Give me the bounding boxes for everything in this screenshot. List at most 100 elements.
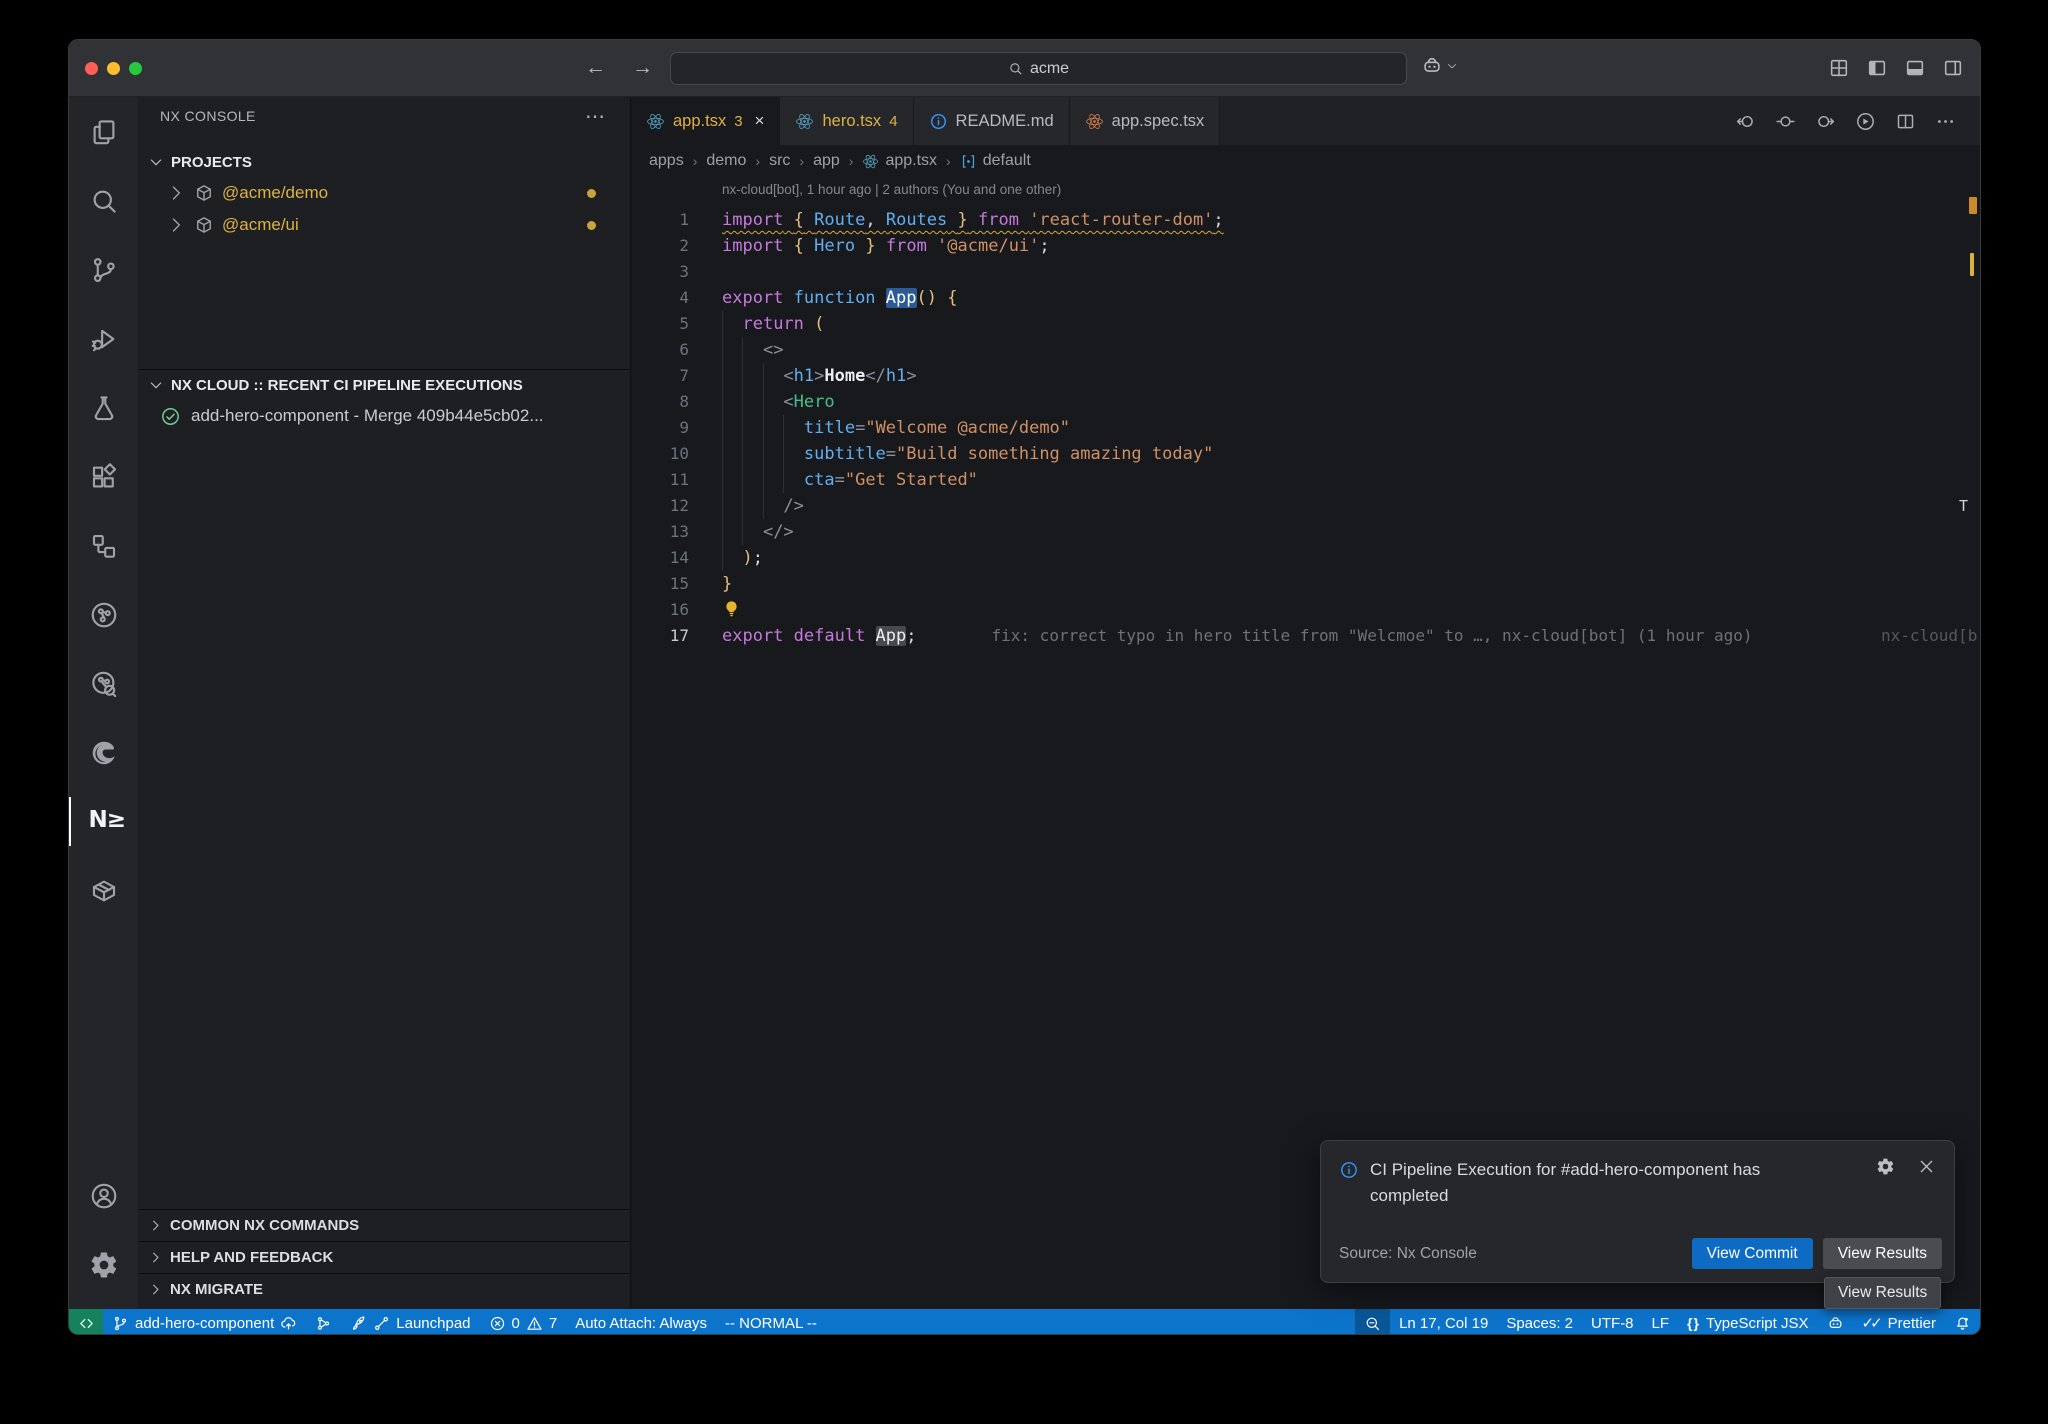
section-label: PROJECTS [171, 154, 252, 171]
breadcrumb-item-app[interactable]: app [813, 152, 840, 170]
copilot-icon[interactable] [1421, 55, 1443, 77]
tab-app-tsx[interactable]: app.tsx3× [631, 97, 780, 145]
status-item-vim-mode[interactable]: -- NORMAL -- [716, 1309, 826, 1335]
remote-indicator[interactable] [69, 1309, 103, 1335]
activity-item-testing[interactable] [69, 373, 138, 442]
notification-close-icon[interactable] [1917, 1157, 1936, 1176]
status-item-language-mode[interactable]: {}TypeScript JSX [1678, 1309, 1817, 1335]
code-token: from [876, 236, 937, 256]
section-header-nx-migrate[interactable]: NX MIGRATE [138, 1273, 630, 1305]
activity-item-accounts[interactable] [69, 1161, 138, 1230]
search-icon [89, 186, 119, 216]
code-token: import [722, 210, 783, 230]
toggle-sidebar-left-icon[interactable] [1866, 57, 1888, 79]
section-header-common-nx-commands[interactable]: COMMON NX COMMANDS [138, 1209, 630, 1241]
activity-item-search[interactable] [69, 166, 138, 235]
pipeline-execution-item[interactable]: add-hero-component - Merge 409b44e5cb02.… [138, 400, 630, 432]
line-number: 11 [645, 467, 689, 493]
zoom-window-button[interactable] [129, 62, 142, 75]
more-actions-icon[interactable] [1935, 111, 1956, 132]
toggle-sidebar-right-icon[interactable] [1942, 57, 1964, 79]
status-item-copilot[interactable] [1818, 1309, 1853, 1335]
react-blue-icon [862, 153, 879, 170]
code-token: </> [763, 522, 794, 542]
status-item-notifications[interactable] [1945, 1309, 1980, 1335]
code-line: 6 <> [631, 337, 1980, 363]
section-header-projects[interactable]: PROJECTS [138, 147, 630, 177]
nav-circle-icon[interactable] [1775, 111, 1796, 132]
code-line-content: export function App() { [722, 285, 957, 311]
status-item-indentation[interactable]: Spaces: 2 [1497, 1309, 1582, 1335]
code-token: export [722, 288, 794, 308]
breadcrumb-item-src[interactable]: src [769, 152, 790, 170]
activity-item-containers[interactable] [69, 856, 138, 925]
lightbulb-icon[interactable] [722, 599, 741, 620]
section-header-help-and-feedback[interactable]: HELP AND FEEDBACK [138, 1241, 630, 1273]
minimize-window-button[interactable] [107, 62, 120, 75]
activity-item-source-control[interactable] [69, 235, 138, 304]
view-results-button[interactable]: View Results [1823, 1238, 1942, 1269]
section-header-nx-cloud[interactable]: NX CLOUD :: RECENT CI PIPELINE EXECUTION… [138, 370, 630, 400]
activity-item-project-hierarchy[interactable] [69, 511, 138, 580]
activity-item-explorer[interactable] [69, 97, 138, 166]
activity-item-commit-graph[interactable] [69, 580, 138, 649]
project-item[interactable]: @acme/demo [138, 177, 630, 209]
split-editor-icon[interactable] [1895, 111, 1916, 132]
chevron-down-icon[interactable] [1446, 60, 1458, 72]
tab-README-md[interactable]: README.md [914, 97, 1070, 145]
status-label: LF [1652, 1315, 1670, 1332]
nav-back-icon[interactable] [1735, 111, 1756, 132]
notification-settings-gear-icon[interactable] [1876, 1157, 1895, 1176]
run-debug-icon[interactable] [1855, 111, 1876, 132]
line-number: 10 [645, 441, 689, 467]
history-forward-button[interactable]: → [632, 56, 653, 80]
breadcrumb-item-demo[interactable]: demo [706, 152, 746, 170]
status-item-launchpad[interactable]: Launchpad [341, 1309, 479, 1335]
activity-item-settings[interactable] [69, 1230, 138, 1299]
toggle-panel-icon[interactable] [1904, 57, 1926, 79]
status-item-problems[interactable]: 07 [480, 1309, 567, 1335]
tab-hero-tsx[interactable]: hero.tsx4 [780, 97, 913, 145]
status-item-cursor-position[interactable]: Ln 17, Col 19 [1390, 1309, 1497, 1335]
more-actions-icon[interactable]: ⋯ [585, 104, 606, 129]
view-results-tooltip: View Results [1824, 1277, 1941, 1309]
code-token: default [794, 626, 876, 646]
status-item-commit-graph[interactable] [306, 1309, 341, 1335]
activity-item-extensions[interactable] [69, 442, 138, 511]
status-item-formatter[interactable]: ✓✓Prettier [1853, 1309, 1946, 1335]
status-item-encoding[interactable]: UTF-8 [1582, 1309, 1643, 1335]
project-item[interactable]: @acme/ui [138, 209, 630, 241]
code-token: { [947, 288, 957, 308]
activity-item-nx-console[interactable]: N≥ [69, 787, 138, 856]
command-center[interactable]: acme [670, 52, 1407, 85]
history-back-button[interactable]: ← [585, 56, 606, 80]
tab-close-icon[interactable]: × [755, 111, 765, 131]
status-item-git-branch[interactable]: add-hero-component [103, 1309, 306, 1335]
customize-layout-icon[interactable] [1828, 57, 1850, 79]
rocket-icon [350, 1315, 367, 1332]
status-item-eol[interactable]: LF [1643, 1309, 1679, 1335]
breadcrumb-separator: › [693, 153, 698, 169]
pipeline-label: add-hero-component - Merge 409b44e5cb02.… [191, 406, 544, 426]
package-icon [194, 215, 214, 235]
status-item-auto-attach[interactable]: Auto Attach: Always [566, 1309, 716, 1335]
nav-forward-icon[interactable] [1815, 111, 1836, 132]
tab-label: app.tsx [673, 112, 726, 131]
breadcrumb-item-app-tsx[interactable]: app.tsx [862, 152, 937, 170]
view-commit-button[interactable]: View Commit [1692, 1238, 1813, 1269]
breadcrumb-item-default[interactable]: default [960, 152, 1031, 170]
code-line-content: cta="Get Started" [722, 467, 978, 493]
line-number: 15 [645, 571, 689, 597]
tab-app-spec-tsx[interactable]: app.spec.tsx [1070, 97, 1221, 145]
activity-item-run-and-debug[interactable] [69, 304, 138, 373]
breadcrumb-item-apps[interactable]: apps [649, 152, 684, 170]
activity-item-search-commits[interactable] [69, 649, 138, 718]
code-line: 10 subtitle="Build something amazing tod… [631, 441, 1980, 467]
status-item-zoom-indicator[interactable] [1355, 1309, 1390, 1335]
activity-item-edge-tools[interactable] [69, 718, 138, 787]
close-window-button[interactable] [85, 62, 98, 75]
code-token: return [742, 314, 803, 334]
success-check-icon [160, 406, 181, 427]
status-label: Ln 17, Col 19 [1399, 1315, 1488, 1332]
code-token: App [876, 626, 907, 646]
